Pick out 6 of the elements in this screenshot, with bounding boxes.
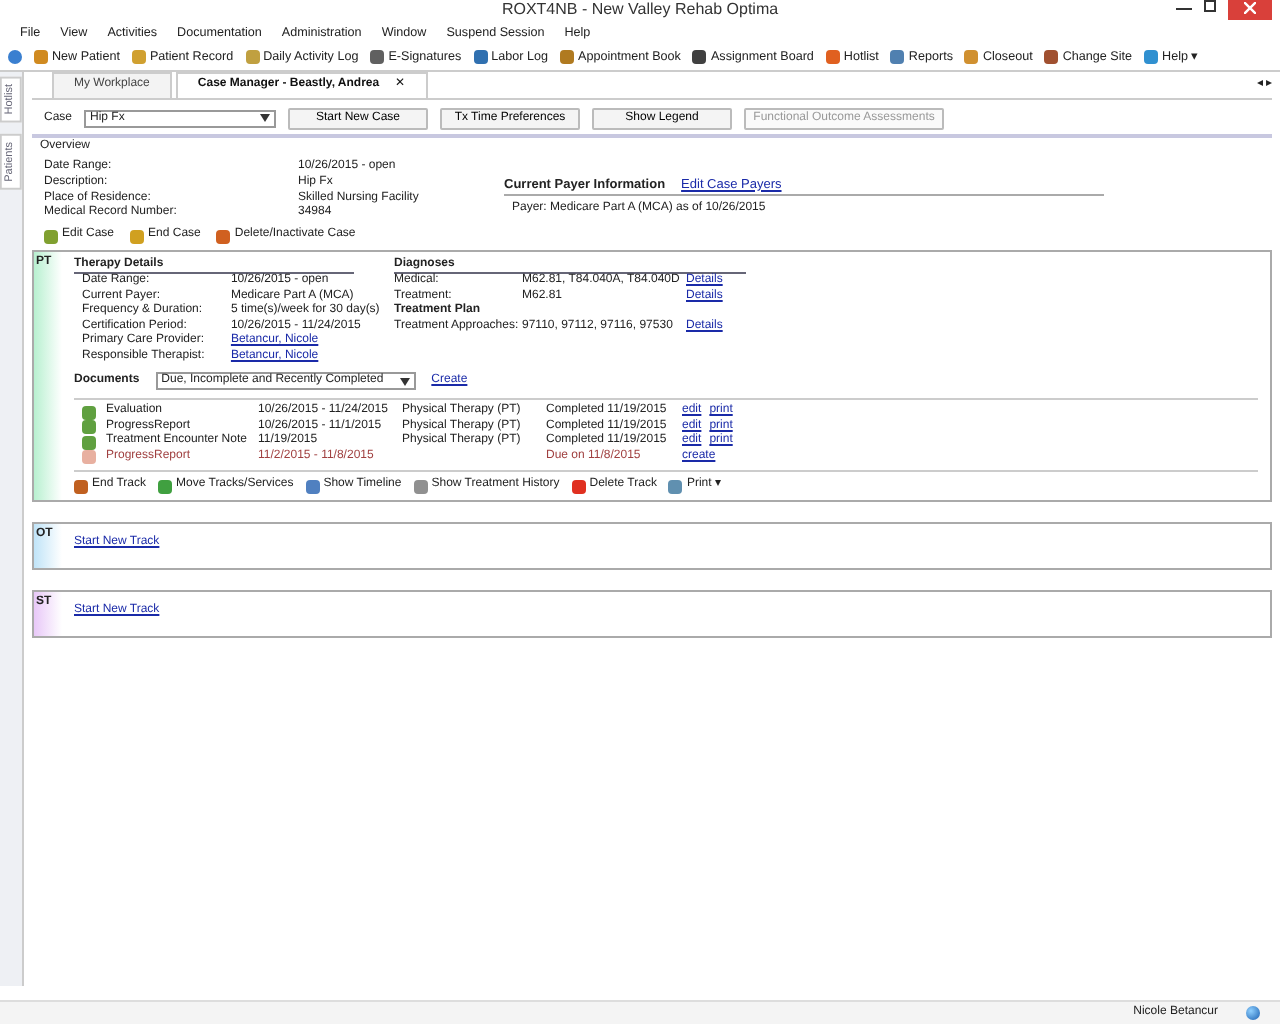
caret-icon[interactable] [260, 114, 271, 123]
close-icon[interactable] [1228, 0, 1272, 20]
restore-icon[interactable] [1204, 0, 1216, 12]
window-title: ROXT4NB - New Valley Rehab Optima [501, 0, 779, 18]
globe-icon [1246, 1006, 1260, 1020]
caret-icon[interactable] [399, 377, 410, 386]
